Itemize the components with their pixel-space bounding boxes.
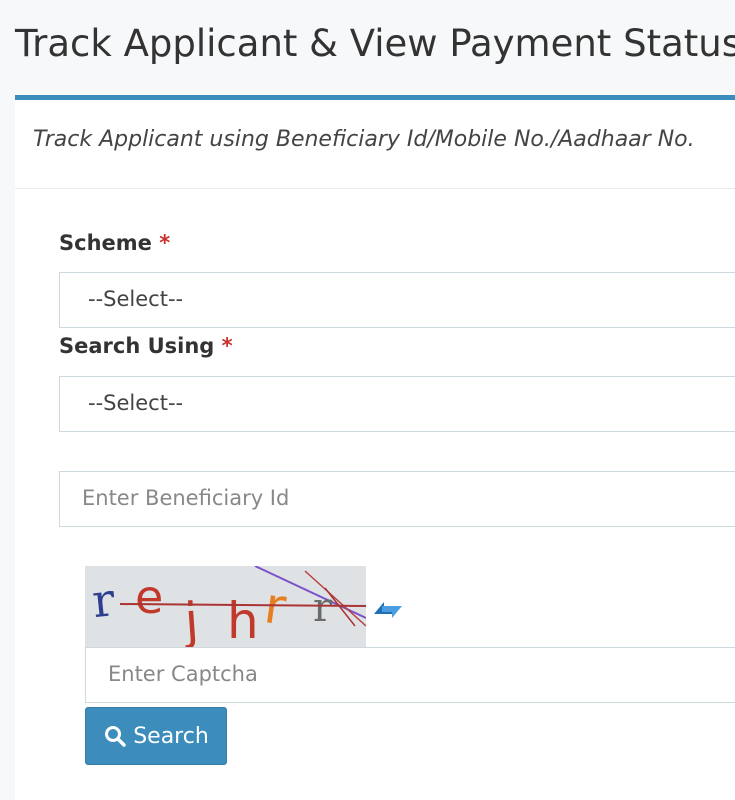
captcha-input[interactable]: Enter Captcha <box>85 647 735 703</box>
scheme-label: Scheme * <box>59 231 170 255</box>
svg-text:r: r <box>90 572 118 628</box>
scheme-select[interactable]: --Select-- <box>59 272 735 328</box>
scheme-label-text: Scheme <box>59 231 152 255</box>
search-using-select[interactable]: --Select-- <box>59 376 735 432</box>
panel-header: Track Applicant using Beneficiary Id/Mob… <box>15 100 735 189</box>
search-using-selected-value: --Select-- <box>88 391 184 415</box>
track-panel: Track Applicant using Beneficiary Id/Mob… <box>15 95 735 800</box>
svg-text:r: r <box>313 585 333 631</box>
captcha-graphic: r e j h r r <box>90 566 366 647</box>
svg-text:j: j <box>182 592 201 647</box>
search-button[interactable]: Search <box>85 707 227 765</box>
svg-text:e: e <box>135 570 163 624</box>
required-mark: * <box>159 231 171 255</box>
search-icon <box>105 726 126 747</box>
scheme-selected-value: --Select-- <box>88 287 184 311</box>
panel-subtitle: Track Applicant using Beneficiary Id/Mob… <box>33 127 695 152</box>
beneficiary-id-input[interactable]: Enter Beneficiary Id <box>59 471 735 527</box>
captcha-placeholder: Enter Captcha <box>108 662 258 686</box>
refresh-icon[interactable] <box>370 592 406 628</box>
beneficiary-id-placeholder: Enter Beneficiary Id <box>82 486 290 510</box>
search-using-label: Search Using * <box>59 334 233 358</box>
captcha-image: r e j h r r <box>85 566 366 647</box>
search-button-label: Search <box>133 723 209 749</box>
search-using-label-text: Search Using <box>59 334 215 358</box>
svg-text:r: r <box>261 576 290 636</box>
page-title: Track Applicant & View Payment Status <box>15 22 735 65</box>
svg-text:h: h <box>227 592 259 647</box>
required-mark: * <box>221 334 233 358</box>
